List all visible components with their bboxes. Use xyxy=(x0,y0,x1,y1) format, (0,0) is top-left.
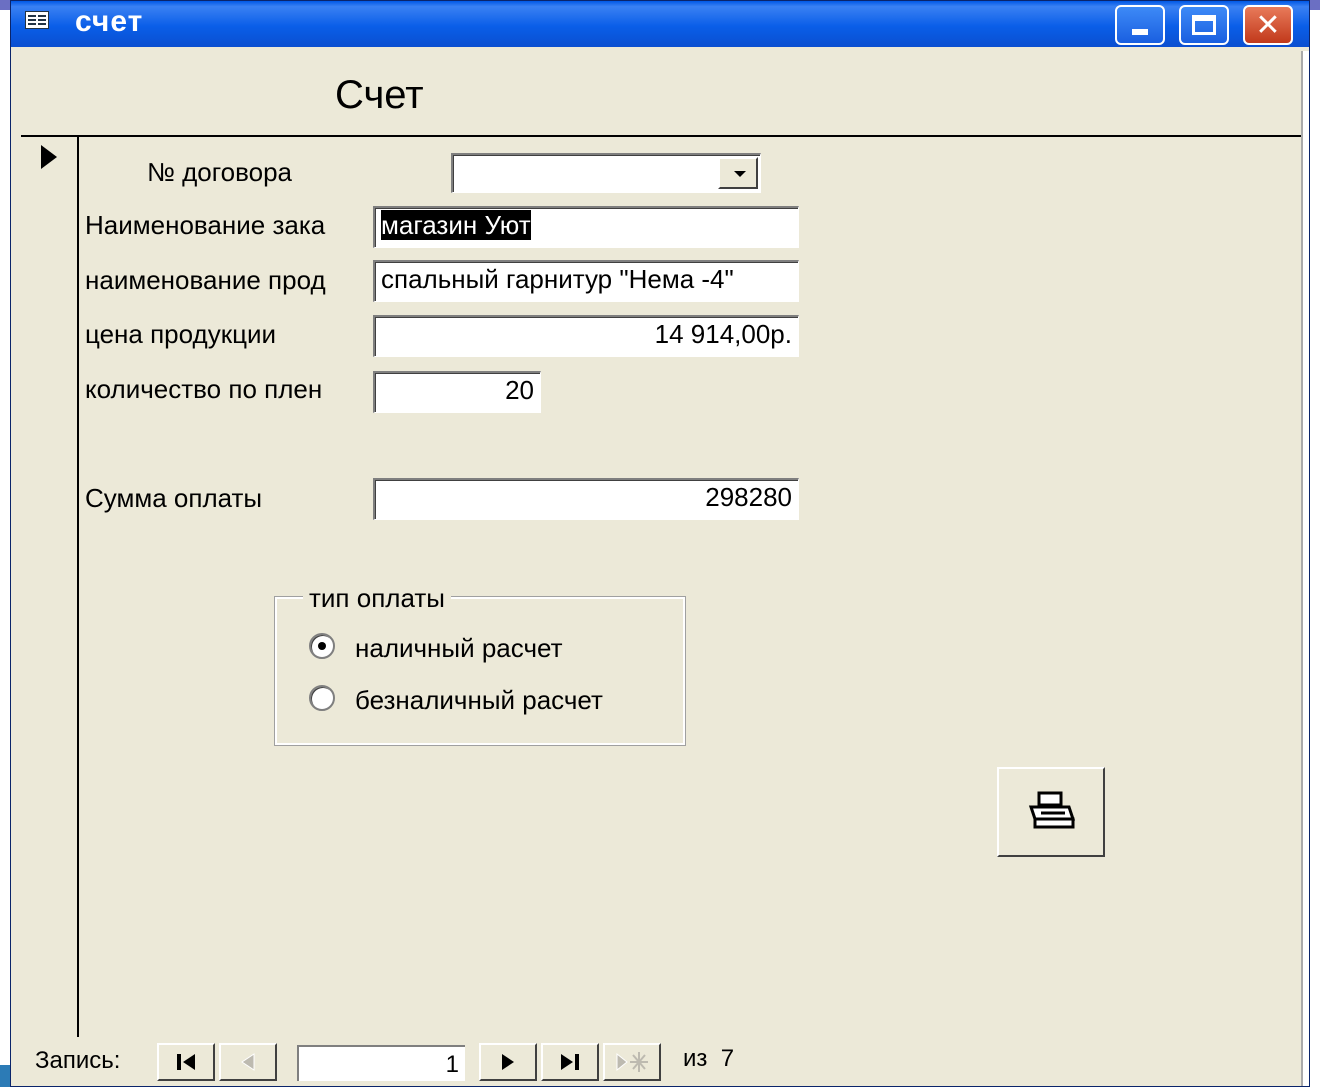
form-window: счет ✕ Счет № договора Наименование зака… xyxy=(10,0,1310,1087)
record-selector[interactable] xyxy=(21,137,79,1037)
prev-record-button[interactable] xyxy=(219,1043,277,1081)
window-right-edge xyxy=(1301,51,1309,1086)
record-number-input[interactable]: 1 xyxy=(297,1045,465,1081)
noncash-payment-radio[interactable] xyxy=(309,685,335,711)
first-record-button[interactable] xyxy=(157,1043,215,1081)
form-icon[interactable] xyxy=(25,11,49,29)
window-title: счет xyxy=(75,5,144,38)
payment-type-group xyxy=(274,596,686,746)
current-record-arrow-icon xyxy=(41,145,57,169)
print-button[interactable] xyxy=(997,767,1105,857)
record-of-label: из xyxy=(683,1045,708,1072)
product-label: наименование прод xyxy=(85,265,326,295)
price-field[interactable]: 14 914,00р. xyxy=(373,315,799,357)
dropdown-arrow-icon[interactable] xyxy=(718,157,758,189)
close-icon: ✕ xyxy=(1255,7,1281,43)
payment-type-legend: тип оплаты xyxy=(303,583,451,614)
form-title: Счет xyxy=(335,73,424,117)
next-record-icon xyxy=(502,1054,514,1070)
minimize-icon xyxy=(1132,29,1148,35)
record-label: Запись: xyxy=(35,1047,121,1074)
minimize-button[interactable] xyxy=(1115,5,1165,45)
quantity-field[interactable]: 20 xyxy=(373,371,541,413)
contract-label: № договора xyxy=(147,157,293,187)
prev-record-icon xyxy=(241,1053,255,1071)
customer-label: Наименование зака xyxy=(85,210,326,240)
customer-value: магазин Уют xyxy=(381,210,531,240)
last-record-button[interactable] xyxy=(541,1043,599,1081)
record-count: из 7 xyxy=(683,1045,734,1073)
contract-combobox[interactable] xyxy=(451,153,761,193)
product-field[interactable]: спальный гарнитур "Нема -4" xyxy=(373,260,799,302)
title-bar[interactable]: счет ✕ xyxy=(11,1,1309,47)
first-record-icon xyxy=(177,1054,195,1070)
new-record-icon xyxy=(616,1052,648,1072)
product-value: спальный гарнитур "Нема -4" xyxy=(381,264,734,294)
last-record-icon xyxy=(561,1054,579,1070)
next-record-button[interactable] xyxy=(479,1043,537,1081)
quantity-value: 20 xyxy=(505,375,534,405)
quantity-label: количество по плен xyxy=(85,374,323,404)
record-total: 7 xyxy=(720,1045,735,1072)
customer-field[interactable]: магазин Уют xyxy=(373,206,799,248)
price-value: 14 914,00р. xyxy=(654,319,792,349)
price-label: цена продукции xyxy=(85,319,277,349)
total-field[interactable]: 298280 xyxy=(373,478,799,520)
printer-icon xyxy=(1028,791,1075,829)
maximize-button[interactable] xyxy=(1179,5,1229,45)
maximize-icon xyxy=(1192,15,1216,35)
cash-payment-radio[interactable] xyxy=(309,633,335,659)
record-navigation-bar: Запись: 1 из 7 xyxy=(11,1039,1301,1086)
form-header: Счет xyxy=(21,51,1301,137)
close-button[interactable]: ✕ xyxy=(1243,5,1293,45)
total-value: 298280 xyxy=(705,482,792,512)
cash-payment-label[interactable]: наличный расчет xyxy=(355,633,563,664)
new-record-button[interactable] xyxy=(603,1043,661,1081)
noncash-payment-label[interactable]: безналичный расчет xyxy=(355,685,603,716)
total-label: Сумма оплаты xyxy=(85,483,263,513)
